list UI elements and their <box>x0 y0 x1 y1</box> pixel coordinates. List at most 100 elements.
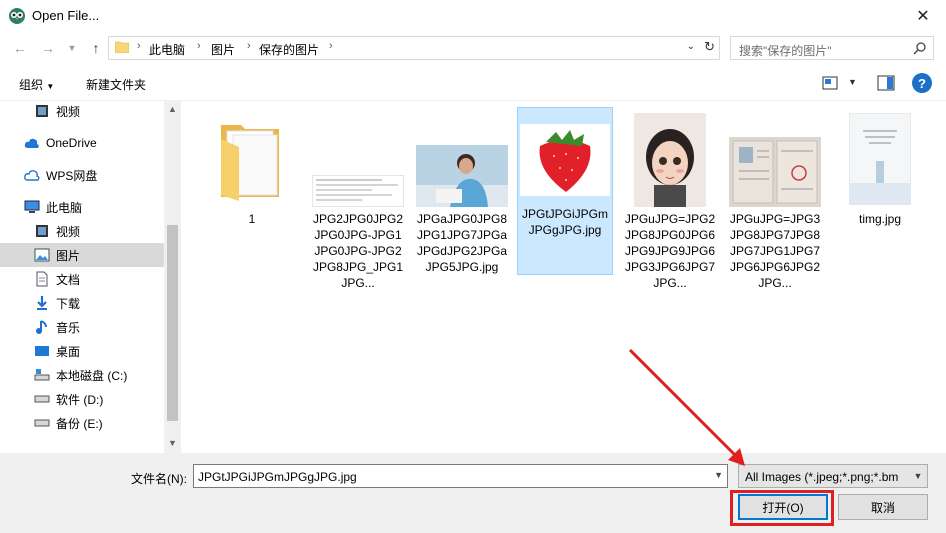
chevron-down-icon[interactable]: ▼ <box>714 470 723 480</box>
arrow-up-icon: ↑ <box>92 40 100 56</box>
address-bar[interactable]: › 此电脑 › 图片 › 保存的图片 › ⌄ ↻ <box>108 36 720 60</box>
search-placeholder: 搜索"保存的图片" <box>739 44 832 58</box>
new-folder-button[interactable]: 新建文件夹 <box>86 76 146 93</box>
breadcrumb-separator: › <box>247 40 251 52</box>
refresh-icon[interactable]: ↻ <box>704 39 715 55</box>
file-name: 1 <box>248 212 256 226</box>
forward-button[interactable]: → <box>38 38 58 58</box>
nav-item-6[interactable]: 文档 <box>0 267 164 291</box>
document-thumbnail <box>312 175 404 207</box>
nav-item-3[interactable]: 此电脑 <box>0 195 164 219</box>
filename-input[interactable]: JPGtJPGiJPGmJPGgJPG.jpg ▼ <box>193 464 728 488</box>
back-button[interactable]: ← <box>10 38 30 58</box>
file-item-poster[interactable]: timg.jpg <box>832 107 928 275</box>
nav-item-label: 下载 <box>56 296 81 311</box>
file-item-certificate[interactable]: JPGuJPG=JPG3JPG8JPG7JPG8JPG7JPG1JPG7JPG6… <box>727 107 823 290</box>
scroll-down-icon[interactable]: ▼ <box>164 435 181 451</box>
chevron-down-icon[interactable]: ▼ <box>909 465 927 487</box>
nav-item-8[interactable]: 音乐 <box>0 315 164 339</box>
file-item-folder-1[interactable]: 1 <box>204 107 300 275</box>
nav-item-4[interactable]: 视频 <box>0 219 164 243</box>
photo-thumbnail <box>634 113 706 207</box>
nav-item-label: 备份 (E:) <box>56 416 103 431</box>
nav-item-label: 此电脑 <box>46 200 83 215</box>
command-toolbar: 组织 ▼ 新建文件夹 ▼ ? <box>0 68 946 100</box>
breadcrumb-separator: › <box>197 40 201 52</box>
nav-item-11[interactable]: 软件 (D:) <box>0 387 164 411</box>
file-list: 1 JPG2JPG0JPG2JPG0JPG-JPG1JPG0JPG-JPG2JP… <box>182 101 946 453</box>
nav-item-1[interactable]: OneDrive <box>0 131 164 155</box>
arrow-right-icon: → <box>41 40 55 56</box>
preview-pane-icon[interactable] <box>877 75 895 91</box>
nav-item-0[interactable]: 视频 <box>0 101 164 123</box>
nav-item-label: 视频 <box>56 224 81 239</box>
file-item-strawberry[interactable]: JPGtJPGiJPGmJPGgJPG.jpg <box>517 107 613 275</box>
download-icon <box>34 295 50 311</box>
file-name: timg.jpg <box>858 212 902 226</box>
filename-label: 文件名(N): <box>131 472 187 486</box>
music-icon <box>34 319 50 335</box>
navigation-pane: 视频 OneDrive WPS网盘 此电脑 视频 图片 文档 下载 音乐 桌面 本地磁盘 (C:) 软… <box>0 101 182 453</box>
search-box[interactable]: 搜索"保存的图片" <box>730 36 934 60</box>
nav-item-12[interactable]: 备份 (E:) <box>0 411 164 435</box>
breadcrumb-separator: › <box>329 40 333 52</box>
file-item-girl-drawing[interactable]: JPGuJPG=JPG2JPG8JPG0JPG6JPG9JPG9JPG6JPG3… <box>622 107 718 290</box>
nav-item-10[interactable]: 本地磁盘 (C:) <box>0 363 164 387</box>
nav-item-2[interactable]: WPS网盘 <box>0 163 164 187</box>
wps-cloud-icon <box>24 167 40 183</box>
file-item-photo-person[interactable]: JPGaJPG0JPG8JPG1JPG7JPGaJPGdJPG2JPGaJPG5… <box>414 107 510 275</box>
organize-menu[interactable]: 组织 ▼ <box>19 76 54 93</box>
chevron-down-icon: ▼ <box>46 82 55 91</box>
annotation-highlight-box <box>730 490 834 526</box>
address-dropdown-icon[interactable]: ⌄ <box>687 41 695 52</box>
photo-thumbnail <box>729 137 821 207</box>
nav-item-label: 软件 (D:) <box>56 392 104 407</box>
window-title: Open File... <box>32 8 100 23</box>
view-dropdown-icon[interactable]: ▼ <box>848 77 857 87</box>
document-icon <box>34 271 50 287</box>
file-type-filter[interactable]: All Images (*.jpeg;*.png;*.bm ▼ <box>738 464 928 488</box>
breadcrumb-this-pc[interactable]: 此电脑 <box>149 41 185 58</box>
folder-icon <box>221 125 279 201</box>
file-name: JPG2JPG0JPG2JPG0JPG-JPG1JPG0JPG-JPG2JPG8… <box>312 212 404 290</box>
photo-thumbnail <box>416 145 508 207</box>
video-icon <box>34 103 50 119</box>
file-name: JPGuJPG=JPG3JPG8JPG7JPG8JPG7JPG1JPG7JPG6… <box>729 212 821 290</box>
cloud-icon <box>24 135 40 151</box>
desktop-icon <box>34 343 50 359</box>
scroll-up-icon[interactable]: ▲ <box>164 101 181 117</box>
pictures-icon <box>34 247 50 263</box>
drive-icon <box>34 415 50 431</box>
folder-icon <box>115 41 129 53</box>
breadcrumb-pictures[interactable]: 图片 <box>211 41 235 58</box>
navigation-scrollbar[interactable]: ▲ ▼ <box>164 101 181 453</box>
nav-item-label: 图片 <box>56 248 81 263</box>
video-icon <box>34 223 50 239</box>
nav-item-7[interactable]: 下载 <box>0 291 164 315</box>
cancel-button[interactable]: 取消 <box>838 494 928 520</box>
scroll-thumb[interactable] <box>167 225 178 421</box>
file-name: JPGaJPG0JPG8JPG1JPG7JPGaJPGdJPG2JPGaJPG5… <box>416 212 508 274</box>
nav-item-label: 音乐 <box>56 320 81 335</box>
help-icon[interactable]: ? <box>912 73 932 93</box>
app-owl-icon <box>9 8 25 24</box>
file-name: JPGuJPG=JPG2JPG8JPG0JPG6JPG9JPG9JPG6JPG3… <box>624 212 716 290</box>
filename-value: JPGtJPGiJPGmJPGgJPG.jpg <box>198 470 357 484</box>
computer-icon <box>24 199 40 215</box>
view-mode-icon[interactable] <box>822 76 838 90</box>
nav-item-label: OneDrive <box>46 136 97 150</box>
nav-item-label: 视频 <box>56 104 81 119</box>
breadcrumb-separator: › <box>137 40 141 52</box>
nav-item-label: WPS网盘 <box>46 168 98 183</box>
up-button[interactable]: ↑ <box>86 38 106 58</box>
photo-thumbnail <box>849 113 911 205</box>
nav-item-5[interactable]: 图片 <box>0 243 164 267</box>
breadcrumb-saved-pictures[interactable]: 保存的图片 <box>259 41 319 58</box>
nav-item-9[interactable]: 桌面 <box>0 339 164 363</box>
recent-locations-button[interactable]: ▼ <box>62 38 82 58</box>
file-item-document[interactable]: JPG2JPG0JPG2JPG0JPG-JPG1JPG0JPG-JPG2JPG8… <box>310 107 406 290</box>
nav-item-label: 文档 <box>56 272 81 287</box>
close-button[interactable]: ✕ <box>900 0 946 32</box>
search-icon <box>913 42 926 55</box>
photo-thumbnail <box>520 124 610 196</box>
